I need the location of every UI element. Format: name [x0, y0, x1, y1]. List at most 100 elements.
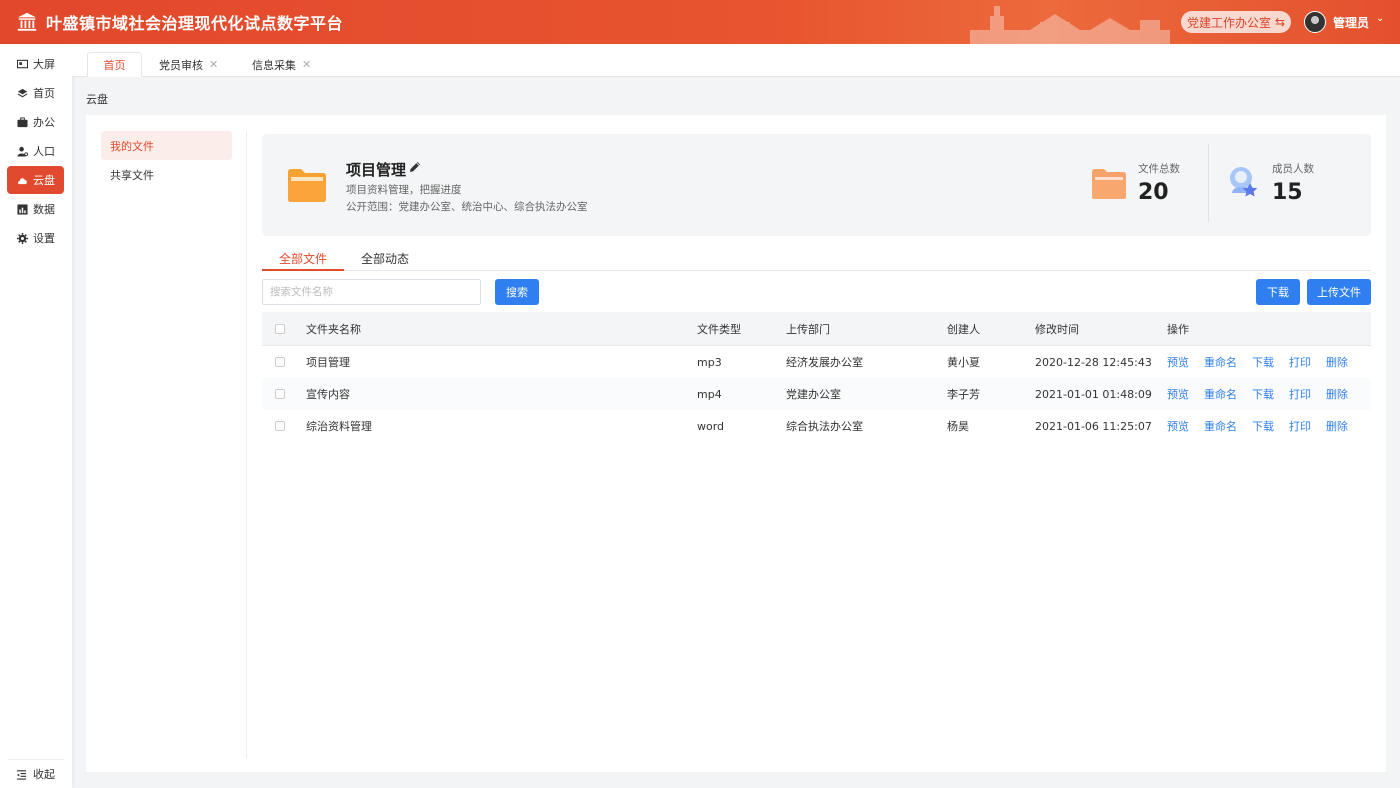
institution-logo-icon	[17, 12, 37, 31]
content-tabs: 全部文件 全部动态	[262, 243, 1371, 271]
preview-link[interactable]: 预览	[1167, 386, 1189, 402]
col-creator: 创建人	[947, 322, 980, 336]
sidebar-collapse-button[interactable]: 收起	[16, 766, 55, 782]
tab-home[interactable]: 首页	[87, 52, 142, 77]
briefcase-icon	[17, 116, 28, 127]
cell-actions: 预览 重命名 下载 打印 删除	[1167, 378, 1363, 410]
cell-actions: 预览 重命名 下载 打印 删除	[1167, 410, 1363, 442]
file-count-label: 文件总数	[1138, 163, 1180, 175]
print-link[interactable]: 打印	[1289, 418, 1311, 434]
tab-all-files[interactable]: 全部文件	[279, 250, 327, 267]
rename-link[interactable]: 重命名	[1204, 386, 1237, 402]
active-tab-indicator	[262, 269, 344, 271]
delete-link[interactable]: 删除	[1326, 386, 1348, 402]
menu-my-files[interactable]: 我的文件	[101, 131, 232, 160]
tab-info-collection[interactable]: 信息采集 ✕	[252, 52, 311, 77]
skyline-decoration-icon	[970, 6, 1170, 44]
page-tabs: 首页 党员审核 ✕ 信息采集 ✕	[72, 44, 1400, 77]
row-checkbox[interactable]	[275, 389, 285, 399]
download-link[interactable]: 下载	[1252, 418, 1274, 434]
delete-link[interactable]: 删除	[1326, 354, 1348, 370]
project-title: 项目管理	[346, 161, 407, 179]
search-button[interactable]: 搜索	[495, 279, 539, 305]
office-label: 党建工作办公室	[1186, 15, 1271, 30]
download-link[interactable]: 下载	[1252, 386, 1274, 402]
cloud-icon	[18, 177, 27, 184]
table-row[interactable]: 综治资料管理 word 综合执法办公室 杨昊 2021-01-06 11:25:…	[262, 410, 1371, 442]
cell-dept: 党建办公室	[786, 388, 841, 401]
office-switch-button[interactable]: 党建工作办公室 ⇆	[1181, 11, 1291, 33]
username[interactable]: 管理员	[1333, 14, 1369, 31]
rename-link[interactable]: 重命名	[1204, 354, 1237, 370]
member-count-label: 成员人数	[1272, 163, 1314, 175]
sidebar: 大屏 首页 办公 人口 云盘 数据 设置 收起	[0, 44, 72, 788]
folder-icon	[288, 169, 326, 202]
sidebar-item-settings[interactable]: 设置	[7, 224, 64, 252]
rename-link[interactable]: 重命名	[1204, 418, 1237, 434]
cell-name: 宣传内容	[306, 388, 350, 401]
table-header: 文件夹名称 文件类型 上传部门 创建人 修改时间 操作	[262, 312, 1371, 346]
avatar[interactable]	[1304, 11, 1326, 33]
project-description: 项目资料管理，把握进度	[346, 184, 462, 196]
chart-icon	[17, 203, 28, 215]
cell-creator: 李子芳	[947, 388, 980, 401]
cell-creator: 黄小夏	[947, 356, 980, 369]
sidebar-item-cloud[interactable]: 云盘	[7, 166, 64, 194]
download-button[interactable]: 下载	[1256, 279, 1300, 305]
row-checkbox[interactable]	[275, 421, 285, 431]
cloud-drive-panel: 我的文件 共享文件 项目管理 项目资料管理，把握进度 公开范围：党建办公室、统治…	[86, 115, 1386, 772]
table-row[interactable]: 项目管理 mp3 经济发展办公室 黄小夏 2020-12-28 12:45:43…	[262, 346, 1371, 378]
print-link[interactable]: 打印	[1289, 386, 1311, 402]
close-icon[interactable]: ✕	[209, 58, 218, 71]
member-count-value: 15	[1272, 180, 1303, 205]
cell-name: 项目管理	[306, 356, 350, 369]
preview-link[interactable]: 预览	[1167, 418, 1189, 434]
sidebar-item-data[interactable]: 数据	[7, 195, 64, 223]
sidebar-divider	[8, 759, 64, 760]
col-department: 上传部门	[786, 322, 830, 336]
search-input[interactable]	[262, 279, 481, 305]
chevron-down-icon[interactable]: ⌄	[1376, 13, 1384, 24]
stat-divider	[1208, 144, 1209, 222]
collapse-icon	[16, 769, 27, 780]
cell-type: word	[697, 419, 725, 433]
cell-dept: 综合执法办公室	[786, 420, 863, 433]
cell-time: 2020-12-28 12:45:43	[1035, 355, 1152, 369]
menu-shared-files[interactable]: 共享文件	[101, 160, 232, 189]
cell-time: 2021-01-01 01:48:09	[1035, 387, 1152, 401]
edit-icon[interactable]	[408, 160, 422, 174]
delete-link[interactable]: 删除	[1326, 418, 1348, 434]
tab-all-activity[interactable]: 全部动态	[361, 250, 409, 267]
col-folder-name: 文件夹名称	[306, 322, 361, 336]
layers-icon	[17, 88, 28, 97]
cell-creator: 杨昊	[947, 420, 969, 433]
table-row[interactable]: 宣传内容 mp4 党建办公室 李子芳 2021-01-01 01:48:09 预…	[262, 378, 1371, 410]
sidebar-item-population[interactable]: 人口	[7, 137, 64, 165]
members-icon	[1230, 167, 1258, 197]
cell-dept: 经济发展办公室	[786, 356, 863, 369]
app-title: 叶盛镇市域社会治理现代化试点数字平台	[46, 14, 344, 33]
tab-member-review[interactable]: 党员审核 ✕	[159, 52, 218, 77]
file-folder-icon	[1092, 169, 1126, 199]
breadcrumb: 云盘	[86, 93, 108, 106]
cell-type: mp3	[697, 355, 722, 369]
sidebar-item-office[interactable]: 办公	[7, 108, 64, 136]
project-card: 项目管理 项目资料管理，把握进度 公开范围：党建办公室、统治中心、综合执法办公室…	[262, 134, 1371, 236]
project-scope: 公开范围：党建办公室、统治中心、综合执法办公室	[346, 201, 588, 213]
close-icon[interactable]: ✕	[302, 58, 311, 71]
sidebar-item-home[interactable]: 首页	[7, 79, 64, 107]
cell-type: mp4	[697, 387, 722, 401]
person-icon	[17, 146, 28, 157]
sidebar-item-screen[interactable]: 大屏	[7, 50, 64, 78]
preview-link[interactable]: 预览	[1167, 354, 1189, 370]
download-link[interactable]: 下载	[1252, 354, 1274, 370]
divider	[246, 131, 247, 758]
file-count-value: 20	[1138, 180, 1169, 205]
swap-icon: ⇆	[1274, 15, 1286, 29]
upload-button[interactable]: 上传文件	[1307, 279, 1371, 305]
print-link[interactable]: 打印	[1289, 354, 1311, 370]
col-modified-time: 修改时间	[1035, 322, 1079, 336]
select-all-checkbox[interactable]	[275, 324, 285, 334]
col-file-type: 文件类型	[697, 322, 741, 336]
row-checkbox[interactable]	[275, 357, 285, 367]
